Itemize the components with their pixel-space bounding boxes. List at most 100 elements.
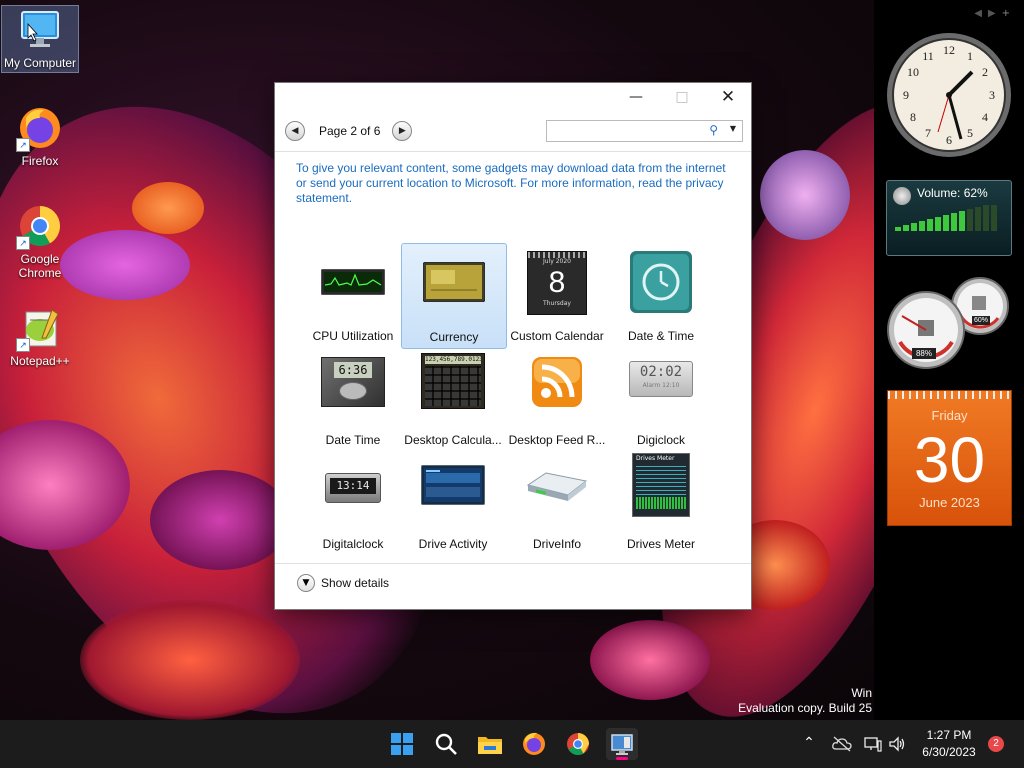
gadget-tile-currency[interactable]: Currency: [401, 243, 507, 349]
gadget-label: Custom Calendar: [510, 329, 604, 343]
analog-clock-gadget[interactable]: 12 1 2 345 678 9 10 11: [886, 32, 1012, 158]
svg-text:1: 1: [967, 49, 973, 63]
sidebar-next-icon[interactable]: ▶: [988, 8, 1002, 19]
svg-text:9: 9: [903, 88, 909, 102]
ram-meter-value: 60%: [973, 317, 988, 324]
gadget-tile-desktop-feed-reader[interactable]: Desktop Feed R...: [505, 347, 609, 451]
network-icon[interactable]: [864, 736, 882, 752]
calendar-day: 30: [913, 424, 986, 496]
desktop-icon-google-chrome[interactable]: ↗ Google Chrome: [2, 202, 78, 280]
gadget-tile-driveinfo[interactable]: DriveInfo: [505, 451, 609, 555]
volume-label: Volume: 62%: [917, 186, 988, 200]
datetime-display-text: 6:36: [334, 362, 372, 378]
firefox-icon: ↗: [16, 104, 64, 152]
taskbar-clock[interactable]: 1:27 PM 6/30/2023: [914, 728, 984, 759]
gadget-tile-cpu-utilization[interactable]: CPU Utilization: [301, 243, 405, 347]
taskbar-chrome[interactable]: [562, 728, 594, 760]
calendar-weekday: Friday: [931, 408, 968, 423]
page-indicator: Page 2 of 6: [319, 124, 381, 138]
chevron-down-icon[interactable]: ▼: [297, 574, 315, 592]
calendar-weekday-text: Thursday: [543, 300, 571, 307]
desktop-calculator-thumbnail: 123,456,789.0123: [421, 353, 485, 409]
rss-feed-icon: [532, 357, 582, 410]
desktop-icon-my-computer[interactable]: My Computer: [1, 5, 79, 73]
sidebar-controls: ◀▶+: [974, 8, 1016, 19]
calendar-gadget[interactable]: Friday 30 June 2023: [887, 390, 1012, 526]
privacy-info-text[interactable]: To give you relevant content, some gadge…: [296, 161, 726, 206]
gadget-label: DriveInfo: [532, 537, 582, 551]
notification-badge[interactable]: 2: [988, 736, 1004, 752]
svg-text:3: 3: [989, 88, 995, 102]
taskbar-search-button[interactable]: [430, 728, 462, 760]
desktop-icon-notepadpp[interactable]: ↗ Notepad++: [2, 304, 78, 368]
gadget-tile-desktop-calculator[interactable]: 123,456,789.0123 Desktop Calcula...: [401, 347, 505, 451]
window-caption-buttons: — □ ✕: [613, 83, 751, 111]
tray-overflow-chevron-icon[interactable]: ⌃: [800, 734, 818, 751]
show-details-toggle[interactable]: ▼ Show details: [297, 574, 389, 592]
volume-gadget[interactable]: Volume: 62%: [886, 180, 1012, 256]
system-meter-gadget[interactable]: 88% 60%: [886, 276, 1012, 372]
search-icon[interactable]: ⚲: [709, 123, 718, 137]
taskbar-file-explorer[interactable]: [474, 728, 506, 760]
gadget-label: Digiclock: [636, 433, 685, 447]
svg-text:7: 7: [925, 126, 931, 140]
search-input[interactable]: [550, 121, 704, 141]
taskbar: ⌃ 1:27 PM 6/30/2023 2: [0, 720, 1024, 768]
notepadpp-icon: ↗: [16, 304, 64, 352]
gadget-tile-custom-calendar[interactable]: July 2020 8 Thursday Custom Calendar: [505, 243, 609, 347]
divider: [275, 151, 751, 152]
clock-date: 6/30/2023: [922, 745, 976, 759]
start-button[interactable]: [386, 728, 418, 760]
gadget-search-box[interactable]: ⚲ ▼: [546, 120, 743, 142]
onedrive-offline-icon[interactable]: [832, 736, 852, 752]
maximize-button[interactable]: □: [659, 83, 705, 111]
minimize-button[interactable]: —: [613, 83, 659, 111]
hard-drive-icon: [524, 465, 590, 508]
cpu-utilization-thumbnail: [320, 268, 386, 298]
drive-activity-thumbnail: [420, 464, 486, 508]
gadget-label: Desktop Calcula...: [404, 433, 502, 447]
gadget-tile-date-and-time[interactable]: Date & Time: [609, 243, 713, 347]
desktop-icon-label: Notepad++: [10, 354, 70, 368]
gadget-tile-digitalclock[interactable]: 13:14 Digitalclock: [301, 451, 405, 555]
desktop-icon-label: Google Chrome: [18, 252, 62, 280]
gadget-label: CPU Utilization: [312, 329, 394, 343]
computer-icon: [16, 6, 64, 54]
gadget-label: Drives Meter: [626, 537, 695, 551]
taskbar-firefox[interactable]: [518, 728, 550, 760]
chevron-down-icon[interactable]: ▼: [730, 124, 736, 133]
digitalclock-thumbnail: 13:14: [325, 473, 381, 503]
volume-level-bars: [895, 205, 997, 231]
speaker-icon: [893, 187, 911, 205]
custom-calendar-thumbnail: July 2020 8 Thursday: [527, 251, 587, 315]
show-details-label: Show details: [321, 576, 390, 590]
gadgets-icon: [611, 734, 633, 755]
sidebar-previous-icon[interactable]: ◀: [974, 8, 988, 19]
digitalclock-time-text: 13:14: [330, 478, 376, 494]
running-indicator: [616, 757, 628, 760]
gadget-tile-drive-activity[interactable]: Drive Activity: [401, 451, 505, 555]
desktop-icon-label: My Computer: [3, 56, 77, 70]
taskbar-gadgets[interactable]: [606, 728, 638, 760]
svg-text:10: 10: [907, 65, 919, 79]
currency-thumbnail: [422, 261, 486, 305]
gadget-label: Desktop Feed R...: [508, 433, 606, 447]
speaker-icon[interactable]: [888, 736, 906, 752]
file-explorer-icon: [478, 737, 502, 754]
search-icon: [435, 733, 457, 755]
gadget-label: Digitalclock: [322, 537, 384, 551]
close-button[interactable]: ✕: [705, 83, 751, 111]
svg-text:5: 5: [967, 126, 973, 140]
next-page-button[interactable]: ▶: [392, 121, 413, 141]
gadget-label: Date & Time: [627, 329, 695, 343]
gadget-label: Date Time: [325, 433, 381, 447]
gadget-tile-date-time[interactable]: 6:36 Date Time: [301, 347, 405, 451]
add-gadget-icon[interactable]: +: [1002, 8, 1016, 19]
gadget-tile-drives-meter[interactable]: Drives Meter Drives Meter: [609, 451, 713, 555]
chrome-icon: ↗: [16, 202, 64, 250]
date-time-thumbnail: 6:36: [321, 357, 385, 407]
gadget-tile-digiclock[interactable]: 02:02 Alarm 12:10 Digiclock: [609, 347, 713, 451]
svg-text:11: 11: [922, 49, 934, 63]
previous-page-button[interactable]: ◀: [285, 121, 305, 141]
desktop-icon-firefox[interactable]: ↗ Firefox: [2, 104, 78, 168]
